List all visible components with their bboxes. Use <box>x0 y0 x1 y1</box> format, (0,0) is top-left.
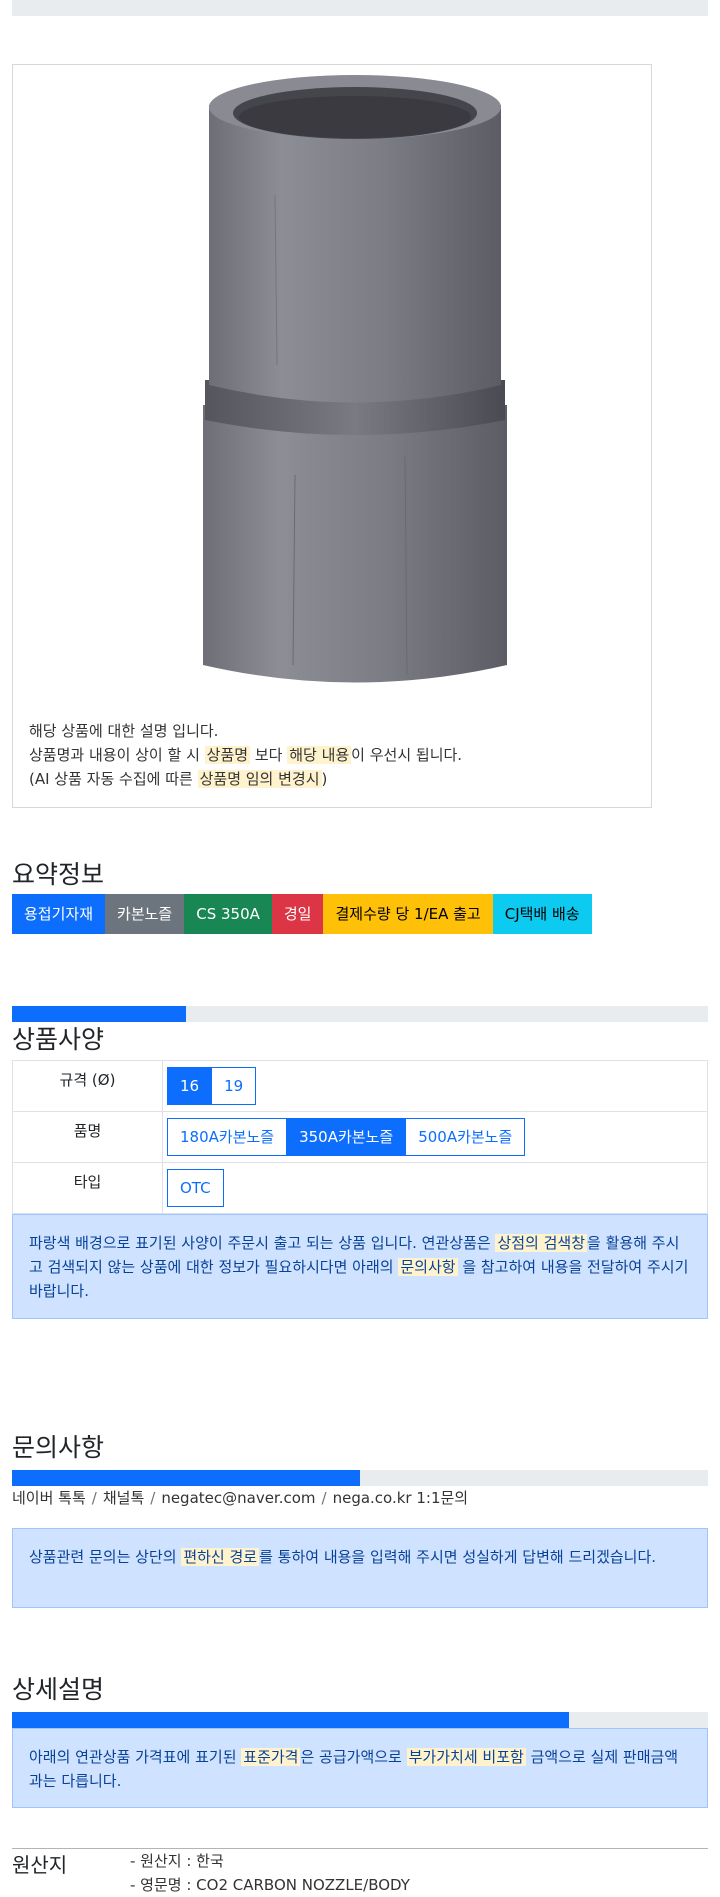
origin-item: - 영문명 : CO2 CARBON NOZZLE/BODY <box>130 1876 410 1894</box>
text: 파랑색 배경으로 표기된 사양이 주문시 출고 되는 상품 입니다. 연관상품은 <box>29 1234 496 1252</box>
inquiry-progress-fill <box>12 1470 360 1486</box>
spec-row: 규격 (Ø) 16 19 <box>12 1060 708 1112</box>
summary-badge: 결제수량 당 1/EA 출고 <box>323 894 493 934</box>
contact-link[interactable]: 네이버 톡톡 <box>12 1489 86 1507</box>
summary-badge: 경일 <box>271 894 324 934</box>
summary-badges: 용접기자재 카본노즐 CS 350A 경일 결제수량 당 1/EA 출고 CJ택배 배송 <box>12 894 592 934</box>
text: 보다 <box>250 746 288 764</box>
spec-label: 타입 <box>12 1162 163 1214</box>
spec-label: 규격 (Ø) <box>12 1060 163 1112</box>
option-button[interactable]: 350A카본노즐 <box>286 1118 407 1156</box>
origin-item: - 원산지 : 한국 <box>130 1852 224 1870</box>
description-line-1: 해당 상품에 대한 설명 입니다. <box>29 722 219 740</box>
text: 은 공급가액으로 <box>300 1748 407 1766</box>
detail-title: 상세설명 <box>12 1675 105 1704</box>
highlight-content: 해당 내용 <box>287 746 352 764</box>
origin-list: - 원산지 : 한국 - 영문명 : CO2 CARBON NOZZLE/BODY <box>130 1849 410 1897</box>
text: 아래의 연관상품 가격표에 표기된 <box>29 1748 242 1766</box>
spec-table: 규격 (Ø) 16 19 품명 180A카본노즐 350A카본노즐 500A카본노즐 타입 OT… <box>12 1060 708 1214</box>
link-separator: / <box>91 1489 97 1507</box>
spec-value: 180A카본노즐 350A카본노즐 500A카본노즐 <box>162 1111 708 1163</box>
spec-progress-bar <box>12 1006 708 1022</box>
text: 상품명과 내용이 상이 할 시 <box>29 746 205 764</box>
product-card: 해당 상품에 대한 설명 입니다. 상품명과 내용이 상이 할 시 상품명 보다… <box>12 64 652 808</box>
spec-row: 품명 180A카본노즐 350A카본노즐 500A카본노즐 <box>12 1111 708 1163</box>
description-line-2: 상품명과 내용이 상이 할 시 상품명 보다 해당 내용 이 우선시 됩니다. <box>29 743 462 767</box>
text: ) <box>321 770 328 788</box>
highlight-inquiry: 문의사항 <box>398 1258 458 1276</box>
option-group: OTC <box>167 1169 224 1207</box>
carbon-nozzle-image <box>203 75 507 683</box>
link-separator: / <box>321 1489 327 1507</box>
spec-title: 상품사양 <box>12 1025 105 1054</box>
summary-badge: 카본노즐 <box>105 894 185 934</box>
summary-title: 요약정보 <box>12 860 105 889</box>
summary-badge: CS 350A <box>184 894 272 934</box>
contact-links: 네이버 톡톡 / 채널톡 / negatec@naver.com / nega.co.kr … <box>12 1487 468 1508</box>
option-group: 16 19 <box>167 1067 257 1105</box>
product-description: 해당 상품에 대한 설명 입니다. 상품명과 내용이 상이 할 시 상품명 보다… <box>29 719 462 791</box>
option-button[interactable]: 19 <box>211 1067 257 1105</box>
text: 를 통하여 내용을 입력해 주시면 성실하게 답변해 드리겠습니다. <box>259 1548 657 1566</box>
spec-value: 16 19 <box>162 1060 708 1112</box>
detail-progress-bar <box>12 1712 708 1728</box>
option-button[interactable]: 16 <box>167 1067 213 1105</box>
detail-notice: 아래의 연관상품 가격표에 표기된 표준가격 은 공급가액으로 부가가치세 비포함… <box>12 1728 708 1808</box>
highlight-vat-excluded: 부가가치세 비포함 <box>406 1748 526 1766</box>
highlight-name-change: 상품명 임의 변경시 <box>197 770 322 788</box>
text: 이 우선시 됩니다. <box>351 746 463 764</box>
highlight-product-name: 상품명 <box>204 746 251 764</box>
inquiry-notice: 상품관련 문의는 상단의 편하신 경로 를 통하여 내용을 입력해 주시면 성실하… <box>12 1528 708 1608</box>
highlight-store-search: 상점의 검색창 <box>495 1234 588 1252</box>
link-separator: / <box>150 1489 156 1507</box>
option-button[interactable]: 500A카본노즐 <box>405 1118 526 1156</box>
contact-link[interactable]: nega.co.kr 1:1문의 <box>333 1489 469 1507</box>
origin-title: 원산지 <box>12 1853 68 1877</box>
option-button[interactable]: 180A카본노즐 <box>167 1118 288 1156</box>
option-button[interactable]: OTC <box>167 1169 224 1207</box>
spec-value: OTC <box>162 1162 708 1214</box>
highlight-standard-price: 표준가격 <box>241 1748 301 1766</box>
spec-label: 품명 <box>12 1111 163 1163</box>
highlight-convenient-route: 편하신 경로 <box>181 1548 260 1566</box>
summary-badge: CJ택배 배송 <box>492 894 592 934</box>
contact-link[interactable]: negatec@naver.com <box>161 1489 315 1507</box>
text: (AI 상품 자동 수집에 따른 <box>29 770 198 788</box>
text: 상품관련 문의는 상단의 <box>29 1548 182 1566</box>
option-group: 180A카본노즐 350A카본노즐 500A카본노즐 <box>167 1118 526 1156</box>
summary-badge: 용접기자재 <box>12 894 106 934</box>
origin-section: 원산지 - 원산지 : 한국 - 영문명 : CO2 CARBON NOZZLE/… <box>12 1848 708 1894</box>
detail-progress-fill <box>12 1712 569 1728</box>
description-line-3: (AI 상품 자동 수집에 따른 상품명 임의 변경시) <box>29 767 462 791</box>
inquiry-title: 문의사항 <box>12 1433 105 1462</box>
spec-row: 타입 OTC <box>12 1162 708 1214</box>
top-bar <box>12 0 708 16</box>
inquiry-progress-bar <box>12 1470 708 1486</box>
spec-notice: 파랑색 배경으로 표기된 사양이 주문시 출고 되는 상품 입니다. 연관상품은… <box>12 1214 708 1319</box>
contact-link[interactable]: 채널톡 <box>103 1489 144 1507</box>
